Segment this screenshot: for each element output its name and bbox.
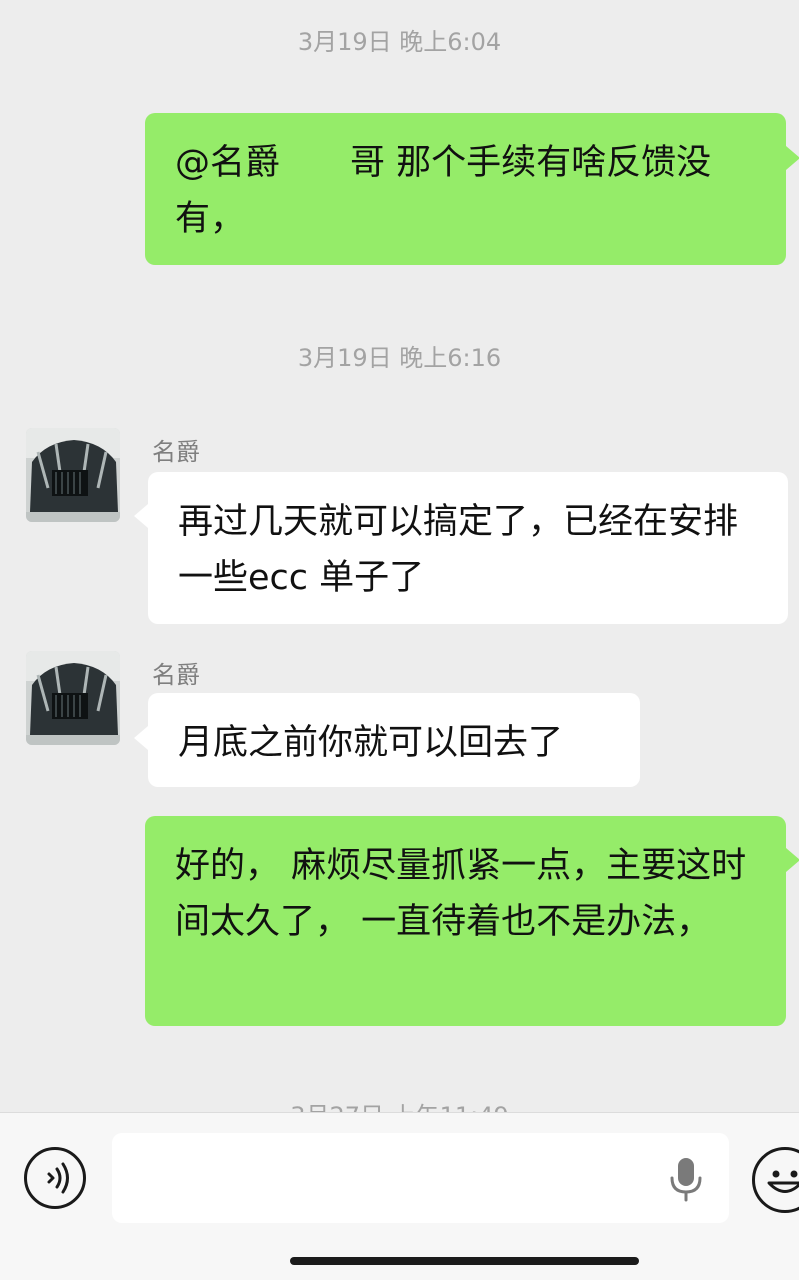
sender-name: 名爵 — [152, 661, 200, 689]
bubble-tail — [786, 146, 799, 170]
bubble-tail — [786, 848, 799, 872]
message-bubble-incoming[interactable]: 再过几天就可以搞定了，已经在安排一些ecc 单子了 — [148, 472, 788, 624]
message-text: @名爵 哥 那个手续有啥反馈没有， — [175, 143, 712, 239]
message-bubble-incoming[interactable]: 月底之前你就可以回去了 — [148, 693, 640, 787]
message-bubble-outgoing[interactable]: 好的， 麻烦尽量抓紧一点，主要这时间太久了， 一直待着也不是办法， — [145, 816, 786, 1026]
emoji-button[interactable] — [752, 1147, 799, 1213]
emoji-icon — [767, 1170, 799, 1193]
chat-area[interactable]: 3月19日 晚上6:04 @名爵 哥 那个手续有啥反馈没有， 3月19日 晚上6… — [0, 0, 799, 1112]
message-bubble-outgoing[interactable]: @名爵 哥 那个手续有啥反馈没有， — [145, 113, 786, 265]
timestamp: 3月19日 晚上6:16 — [297, 344, 502, 372]
sender-name: 名爵 — [152, 438, 200, 466]
message-input[interactable] — [112, 1133, 729, 1223]
message-text: 再过几天就可以搞定了，已经在安排一些ecc 单子了 — [178, 502, 739, 598]
voice-icon — [47, 1162, 69, 1194]
bubble-tail — [134, 726, 148, 750]
avatar-image — [26, 651, 120, 745]
avatar[interactable] — [26, 428, 120, 522]
timestamp: 3月19日 晚上6:04 — [297, 28, 502, 56]
message-text: 好的， 麻烦尽量抓紧一点，主要这时间太久了， 一直待着也不是办法， — [175, 846, 747, 942]
voice-button[interactable] — [24, 1147, 86, 1209]
avatar-image — [26, 428, 120, 522]
mic-icon[interactable] — [666, 1156, 706, 1202]
timestamp: 3月27日 上午11:49 — [0, 1096, 799, 1112]
avatar[interactable] — [26, 651, 120, 745]
message-text: 月底之前你就可以回去了 — [178, 723, 564, 763]
bubble-tail — [134, 504, 148, 528]
home-indicator[interactable] — [290, 1257, 639, 1265]
